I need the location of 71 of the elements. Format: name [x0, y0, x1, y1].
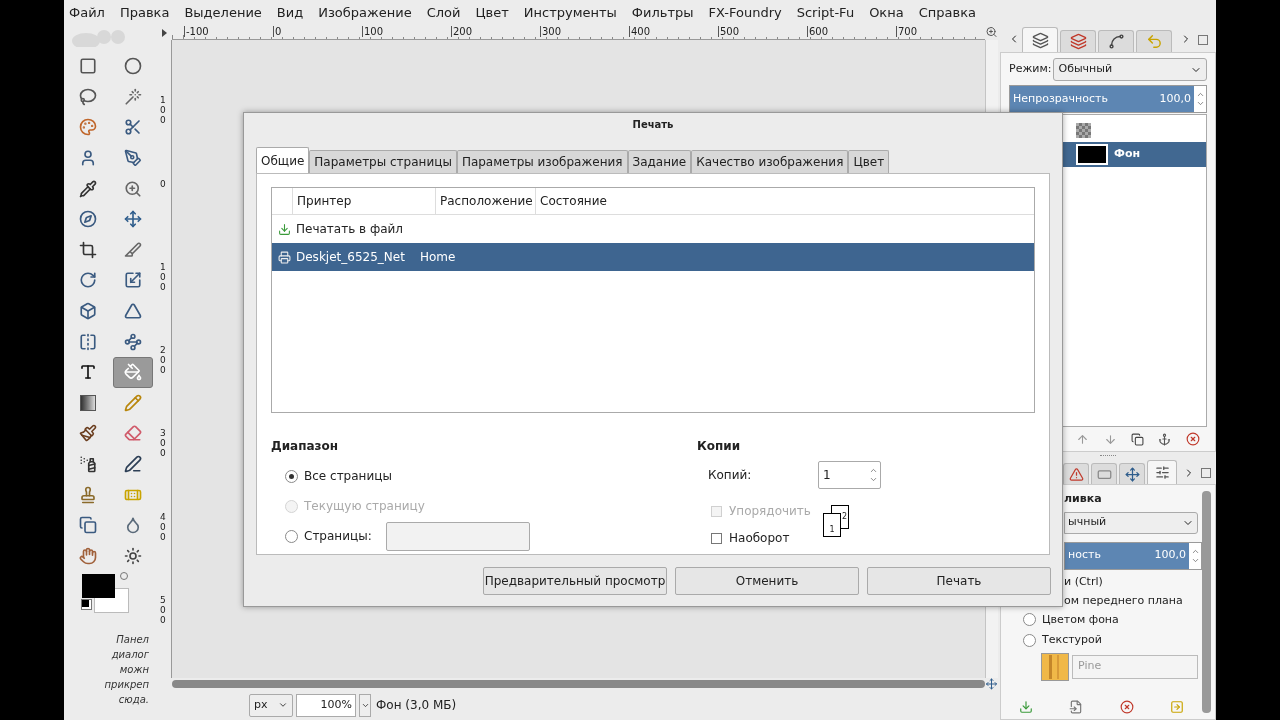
checkbox-label[interactable]: Наоборот: [729, 529, 790, 547]
menu-item[interactable]: Правка: [119, 3, 170, 23]
menu-item[interactable]: Выделение: [184, 3, 262, 23]
printer-name: Печатать в файл: [296, 221, 405, 238]
mode-dropdown[interactable]: ычный: [1064, 511, 1198, 534]
opacity-slider[interactable]: ность 100,0: [1065, 542, 1189, 569]
ruler-label: 100: [160, 261, 167, 294]
dialog-button[interactable]: Печать: [867, 567, 1051, 595]
opacity-label: Непрозрачность: [1013, 90, 1108, 107]
menu-item[interactable]: Слой: [426, 3, 461, 23]
mode-dropdown[interactable]: Обычный: [1053, 58, 1207, 81]
dialog-tab[interactable]: Цвет: [848, 150, 890, 173]
copies-spinbox[interactable]: 1: [818, 461, 881, 489]
menu-item[interactable]: Вид: [276, 3, 304, 23]
column-header[interactable]: Расположение: [435, 188, 535, 214]
menu-item[interactable]: Script-Fu: [796, 3, 855, 23]
copies-label: Копий:: [708, 467, 753, 484]
menu-item[interactable]: Справка: [918, 3, 976, 23]
mode-label: Режим:: [1009, 61, 1052, 78]
status-text: Фон (3,0 МБ): [376, 697, 457, 714]
dock-hint-text: диалог: [111, 648, 149, 663]
printer-row[interactable]: Deskjet_6525_Net Home: [272, 243, 1034, 271]
ruler-label: 100: [160, 95, 167, 128]
opacity-label: ность: [1068, 547, 1101, 564]
collate-drawing: 2 1: [823, 505, 851, 539]
column-header[interactable]: Принтер: [292, 188, 435, 214]
unit-dropdown[interactable]: px: [249, 693, 293, 717]
section-title: Копии: [697, 438, 742, 455]
dock-hint-text: сюда.: [118, 693, 149, 708]
fill-option[interactable]: Цветом фона: [1001, 611, 1202, 628]
printer-location: Home: [420, 249, 456, 266]
opacity-value: 100,0: [1154, 547, 1186, 564]
radio-label[interactable]: Все страницы: [304, 467, 392, 485]
ruler-label: 200: [160, 345, 167, 378]
ruler-label: 100: [362, 26, 451, 37]
ruler-label: 400: [160, 511, 167, 544]
ruler-label: 300: [160, 428, 167, 461]
column-header[interactable]: Состояние: [535, 188, 611, 214]
ruler-label: 500: [160, 594, 167, 627]
menu-item[interactable]: Изображение: [318, 3, 412, 23]
option-text: ом переднего плана: [1063, 592, 1184, 608]
menu-item[interactable]: Инструменты: [523, 3, 617, 23]
dock-hint-text: прикреп: [104, 678, 149, 693]
dialog-title: Печать: [632, 117, 674, 132]
printer-name: Deskjet_6525_Net: [296, 249, 406, 266]
menu-item[interactable]: Фильтры: [631, 3, 694, 23]
dialog-tab[interactable]: Качество изображения: [691, 150, 849, 173]
dock-hint-text: можн: [119, 663, 149, 678]
dock-hint-text: Панел: [116, 633, 149, 648]
opacity-value: 100,0: [1159, 90, 1191, 107]
menu-item[interactable]: Окна: [869, 3, 904, 23]
dialog-tab[interactable]: Параметры изображения: [456, 150, 628, 173]
dialog-button[interactable]: Отменить: [675, 567, 859, 595]
opacity-slider[interactable]: Непрозрачность 100,0: [1010, 86, 1194, 112]
section-title: Диапазон: [271, 438, 340, 455]
zoom-field[interactable]: 100%: [296, 693, 356, 717]
ruler-label: 0: [160, 178, 167, 191]
menu-item[interactable]: Файл: [69, 3, 105, 23]
panel-title: ливка: [1063, 491, 1103, 507]
dialog-tab[interactable]: Параметры страницы: [309, 150, 457, 173]
dialog-tab[interactable]: Задание: [627, 150, 692, 173]
ruler-label: 0: [273, 26, 362, 37]
fill-option[interactable]: Текстурой: [1001, 632, 1202, 649]
ruler-label: -100: [184, 26, 273, 37]
dialog-tab[interactable]: Общие: [256, 147, 310, 173]
dialog-button[interactable]: Предварительный просмотр: [483, 567, 667, 595]
menu-item[interactable]: Цвет: [475, 3, 509, 23]
option-text: и (Ctrl): [1063, 573, 1104, 589]
layer-name: Фон: [1114, 146, 1141, 163]
radio-label[interactable]: Страницы:: [304, 527, 372, 545]
menu-item[interactable]: FX-Foundry: [708, 3, 782, 23]
